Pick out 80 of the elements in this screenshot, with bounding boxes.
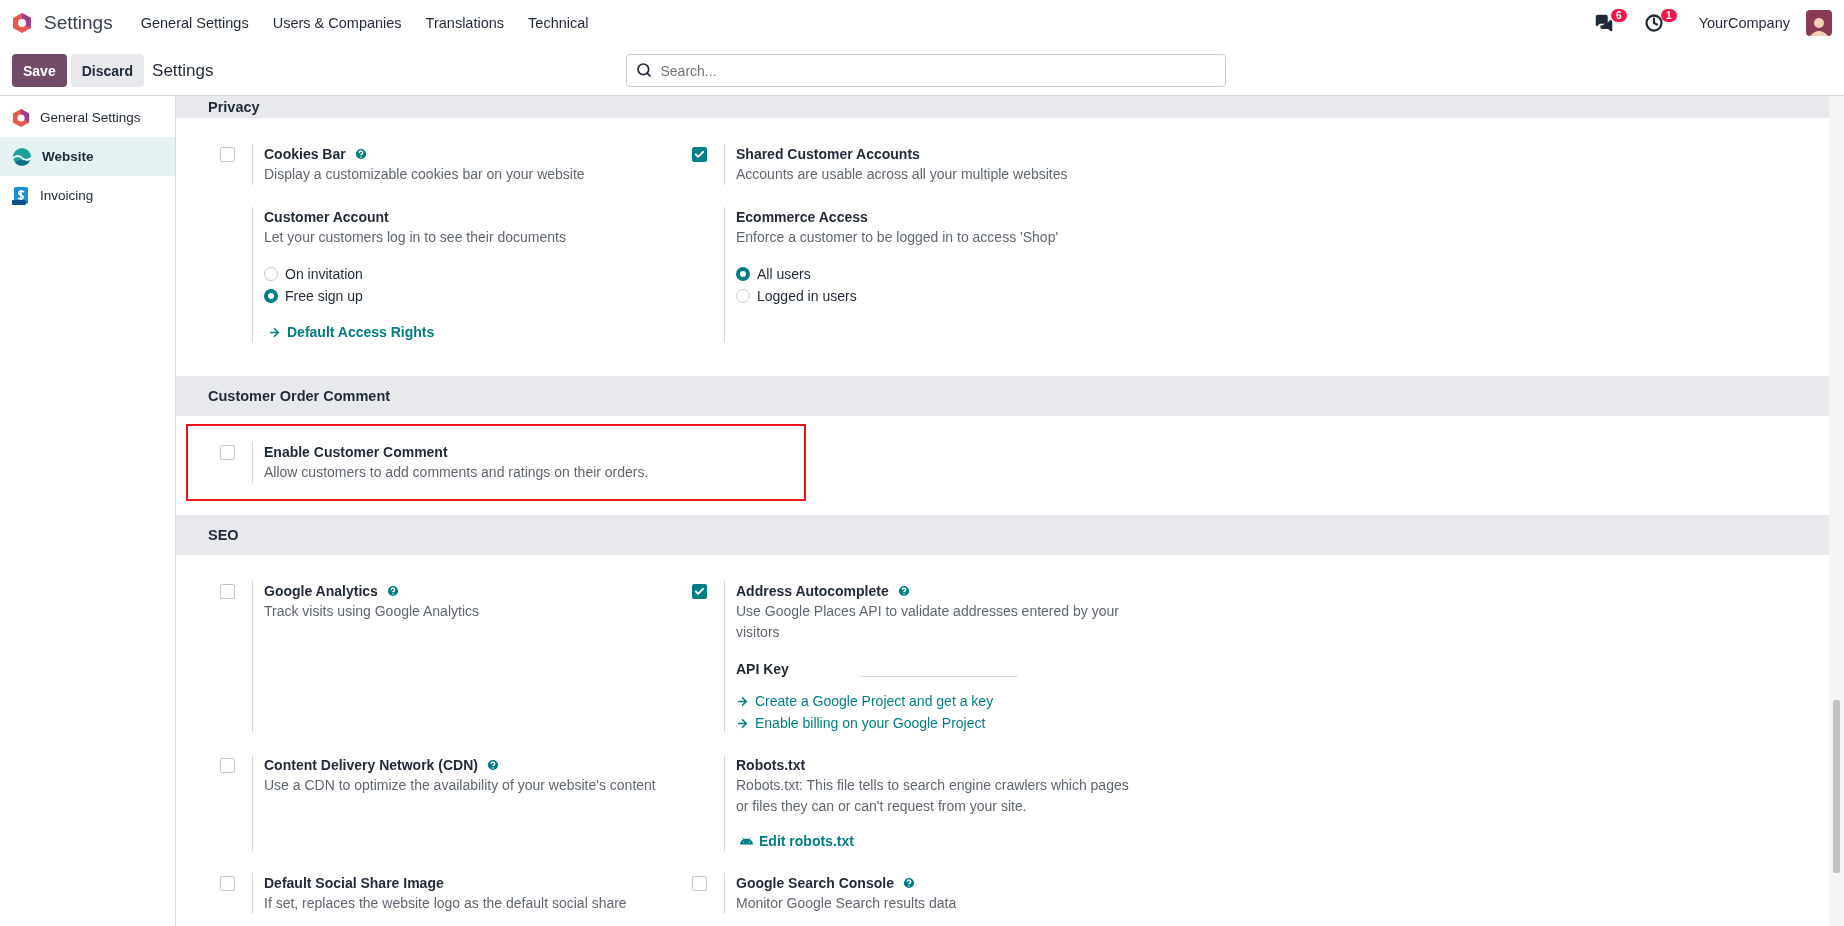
sidebar-item[interactable]: Invoicing xyxy=(0,176,175,215)
setting-description: Display a customizable cookies bar on your website xyxy=(264,165,586,184)
clock-icon xyxy=(1644,14,1663,32)
setting-description: Use a CDN to optimize the availability of your website's content xyxy=(264,776,657,795)
menu-item[interactable]: Users & Companies xyxy=(262,9,412,37)
checkbox[interactable] xyxy=(692,147,707,162)
arrow-right-icon xyxy=(736,694,749,708)
radio-label[interactable]: Free sign up xyxy=(285,288,363,304)
setting-title: Customer Account xyxy=(264,208,389,227)
setting-title: Google Analytics xyxy=(264,582,378,601)
discard-button[interactable]: Discard xyxy=(70,54,145,87)
section-header: Customer Order Comment xyxy=(176,376,1829,416)
menu-item[interactable]: Translations xyxy=(415,9,515,37)
link[interactable]: Create a Google Project and get a key xyxy=(736,691,994,711)
scrollbar[interactable] xyxy=(1829,96,1844,926)
checkbox[interactable] xyxy=(220,445,235,460)
avatar[interactable] xyxy=(1806,10,1832,36)
radio-button[interactable] xyxy=(264,289,278,303)
radio-label[interactable]: On invitation xyxy=(285,266,363,282)
setting-title: Content Delivery Network (CDN) xyxy=(264,756,478,775)
menu-item[interactable]: Technical xyxy=(518,9,599,37)
help-icon[interactable] xyxy=(901,876,916,890)
setting-description: Robots.txt: This file tells to search engine crawlers which pages or files they can or can't request from your site. xyxy=(736,776,1130,816)
setting-title: Cookies Bar xyxy=(264,145,346,164)
radio-button[interactable] xyxy=(736,267,750,281)
arrow-right-icon xyxy=(268,325,281,339)
breadcrumb: Settings xyxy=(152,60,214,81)
setting-description: Allow customers to add comments and ratings on their orders. xyxy=(264,463,650,482)
help-icon[interactable] xyxy=(485,758,500,772)
dollar-document-icon xyxy=(12,185,30,206)
setting-description: Monitor Google Search results data xyxy=(736,894,958,913)
checkbox[interactable] xyxy=(220,584,235,599)
search-field[interactable]: Search... xyxy=(625,54,1226,87)
setting-title: Enable Customer Comment xyxy=(264,443,448,462)
app-logo-icon[interactable] xyxy=(12,12,32,34)
section-header: SEO xyxy=(176,515,1829,555)
link[interactable]: Edit robots.txt xyxy=(736,831,854,851)
checkbox[interactable] xyxy=(220,147,235,162)
activities-button[interactable]: 1 xyxy=(1640,8,1677,38)
setting-description: Accounts are usable across all your multiple websites xyxy=(736,165,1069,184)
link[interactable]: Default Access Rights xyxy=(264,322,435,342)
checkbox[interactable] xyxy=(220,876,235,891)
section-header: Privacy xyxy=(176,96,1829,118)
save-button[interactable]: Save xyxy=(12,54,67,87)
checkbox[interactable] xyxy=(692,584,707,599)
setting-description: If set, replaces the website logo as the default social share xyxy=(264,894,628,913)
setting-description: Enforce a customer to be logged in to access 'Shop' xyxy=(736,228,1060,247)
field-label: API Key xyxy=(736,661,790,677)
checkbox[interactable] xyxy=(220,758,235,773)
chat-icon xyxy=(1594,14,1613,32)
help-icon[interactable] xyxy=(353,147,368,161)
count-badge: 1 xyxy=(1661,9,1677,22)
setting-title: Address Autocomplete xyxy=(736,582,889,601)
setting-description: Let your customers log in to see their documents xyxy=(264,228,567,247)
radio-label[interactable]: All users xyxy=(757,266,811,282)
messages-button[interactable]: 6 xyxy=(1590,8,1627,38)
setting-title: Ecommerce Access xyxy=(736,208,868,227)
setting-title: Shared Customer Accounts xyxy=(736,145,920,164)
hexagon-icon xyxy=(12,107,30,128)
menu-item[interactable]: General Settings xyxy=(130,9,259,37)
setting-description: Track visits using Google Analytics xyxy=(264,602,480,621)
setting-title: Default Social Share Image xyxy=(264,874,444,893)
help-icon[interactable] xyxy=(896,584,911,598)
sidebar-item[interactable]: Website xyxy=(0,137,175,176)
checkbox[interactable] xyxy=(692,876,707,891)
setting-title: Robots.txt xyxy=(736,756,806,775)
globe-wave-icon xyxy=(12,146,32,167)
company-name[interactable]: YourCompany xyxy=(1698,15,1790,31)
app-title[interactable]: Settings xyxy=(44,12,113,34)
radio-label[interactable]: Logged in users xyxy=(757,288,857,304)
count-badge: 6 xyxy=(1611,9,1627,22)
link[interactable]: Enable billing on your Google Project xyxy=(736,713,986,733)
arrow-right-icon xyxy=(736,716,749,730)
radio-button[interactable] xyxy=(736,289,750,303)
setting-description: Use Google Places API to validate addresses entered by your visitors xyxy=(736,602,1120,642)
radio-button[interactable] xyxy=(264,267,278,281)
sidebar-item[interactable]: General Settings xyxy=(0,98,175,137)
search-icon xyxy=(635,62,652,78)
help-icon[interactable] xyxy=(385,584,400,598)
setting-title: Google Search Console xyxy=(736,874,894,893)
